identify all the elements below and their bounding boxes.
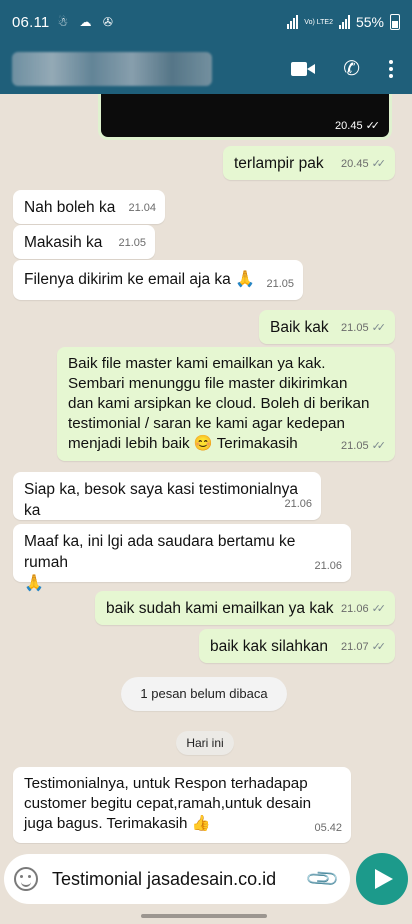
phone-icon[interactable]: ✆: [343, 59, 360, 79]
message-line: testimonial / saran ke kami agar kedepan: [68, 415, 345, 432]
read-ticks-icon: ✓✓: [371, 322, 387, 334]
message-time: 20.45: [341, 158, 369, 170]
message-line: dan kami arsipkan ke cloud. Boleh di ber…: [68, 395, 370, 412]
more-icon[interactable]: [388, 60, 394, 78]
read-ticks-icon: ✓✓: [365, 120, 381, 132]
message-input[interactable]: Testimonial jasadesain.co.id: [52, 869, 309, 890]
message-time: 20.45: [335, 119, 363, 132]
message-time: 21.06: [341, 603, 369, 615]
message-meta: 21.05: [266, 274, 294, 295]
network-type: Vo) LTE2: [304, 18, 333, 26]
incoming-message[interactable]: Filenya dikirim ke email aja ka 🙏 21.05: [13, 260, 303, 300]
unread-banner: 1 pesan belum dibaca: [121, 677, 287, 711]
message-line: juga bagus. Terimakasih: [24, 815, 188, 832]
incoming-message[interactable]: Testimonialnya, untuk Respon terhadapap …: [13, 767, 351, 843]
message-time: 21.05: [118, 237, 146, 249]
thumbs-up-emoji: 👍: [191, 815, 211, 832]
outgoing-message[interactable]: Baik file master kami emailkan ya kak. S…: [57, 347, 395, 461]
message-meta: 21.04: [128, 198, 156, 219]
smile-emoji: 😊: [193, 435, 213, 452]
message-text: baik sudah kami emailkan ya kak: [106, 600, 334, 617]
contact-name-redacted[interactable]: [12, 52, 212, 86]
message-line: customer begitu cepat,ramah,untuk desain: [24, 795, 312, 812]
message-meta: 21.05 ✓✓: [341, 318, 386, 339]
message-text: Siap ka, besok saya kasi testimonialnya …: [24, 481, 303, 519]
wifi-signal-icon: [287, 15, 299, 29]
message-meta: 20.45 ✓✓: [335, 119, 381, 133]
incoming-message[interactable]: Maaf ka, ini lgi ada saudara bertamu ke …: [13, 524, 351, 592]
message-time: 05.42: [314, 822, 342, 834]
emoji-icon[interactable]: [14, 867, 38, 891]
composer-bar: Testimonial jasadesain.co.id 📎: [0, 844, 412, 924]
date-chip: Hari ini: [176, 731, 234, 755]
cell-signal-icon: [338, 15, 350, 29]
message-input-field[interactable]: Testimonial jasadesain.co.id 📎: [4, 854, 350, 904]
message-time: 21.06: [284, 498, 312, 510]
attach-icon[interactable]: 📎: [303, 860, 341, 898]
message-line: Testimonialnya, untuk Respon terhadapap: [24, 775, 308, 792]
message-meta: 21.07 ✓✓: [341, 637, 386, 658]
outgoing-message[interactable]: terlampir pak 20.45 ✓✓: [223, 146, 395, 180]
date-chip-text: Hari ini: [186, 736, 224, 750]
message-text: Nah boleh ka: [24, 199, 116, 216]
message-time: 21.07: [341, 641, 369, 653]
home-indicator[interactable]: [141, 914, 267, 918]
outgoing-message[interactable]: baik sudah kami emailkan ya kak 21.06 ✓✓: [95, 591, 395, 625]
read-ticks-icon: ✓✓: [371, 603, 387, 615]
message-line: Terimakasih: [216, 435, 298, 452]
message-text: Filenya dikirim ke email aja ka: [24, 271, 231, 288]
message-line: Sembari menunggu file master dikirimkan: [68, 375, 348, 392]
send-button[interactable]: [356, 853, 408, 905]
message-time: 21.05: [341, 440, 369, 452]
read-ticks-icon: ✓✓: [371, 641, 387, 653]
message-time: 21.05: [341, 322, 369, 334]
notification-icons: ☃ ☁ ✇: [57, 15, 117, 29]
send-icon: [375, 869, 393, 889]
message-meta: 20.45 ✓✓: [341, 154, 386, 175]
message-text: Maaf ka, ini lgi ada saudara bertamu ke …: [24, 533, 296, 571]
video-call-icon[interactable]: [291, 61, 316, 77]
read-ticks-icon: ✓✓: [371, 158, 387, 170]
outgoing-message[interactable]: Baik kak 21.05 ✓✓: [259, 310, 395, 344]
media-message[interactable]: 20.45 ✓✓: [98, 94, 392, 140]
message-line: menjadi lebih baik: [68, 435, 190, 452]
unread-banner-text: 1 pesan belum dibaca: [140, 686, 268, 701]
read-ticks-icon: ✓✓: [371, 440, 387, 452]
status-bar: 06.11 ☃ ☁ ✇ Vo) LTE2 55%: [0, 0, 412, 44]
incoming-message[interactable]: Siap ka, besok saya kasi testimonialnya …: [13, 472, 321, 520]
message-line: Baik file master kami emailkan ya kak.: [68, 355, 326, 372]
message-meta: 21.06: [284, 494, 312, 515]
message-meta: 21.05: [118, 233, 146, 254]
message-time: 21.06: [314, 560, 342, 572]
message-text: Baik kak: [270, 319, 329, 336]
message-meta: 21.05 ✓✓: [341, 436, 386, 456]
message-meta: 21.06 ✓✓: [341, 599, 386, 620]
status-time: 06.11: [12, 13, 50, 31]
message-text: baik kak silahkan: [210, 638, 329, 655]
battery-percent: 55%: [355, 14, 384, 30]
pray-emoji: 🙏: [235, 271, 255, 288]
outgoing-message[interactable]: baik kak silahkan 21.07 ✓✓: [199, 629, 395, 663]
message-meta: 05.42: [314, 818, 342, 838]
chat-area[interactable]: 20.45 ✓✓ terlampir pak 20.45 ✓✓ Nah bole…: [0, 94, 412, 844]
incoming-message[interactable]: Makasih ka 21.05: [13, 225, 155, 259]
message-time: 21.05: [266, 278, 294, 290]
message-time: 21.04: [128, 202, 156, 214]
incoming-message[interactable]: Nah boleh ka 21.04: [13, 190, 165, 224]
app-header: 06.11 ☃ ☁ ✇ Vo) LTE2 55% ✆: [0, 0, 412, 94]
message-meta: 21.06: [314, 556, 342, 577]
battery-icon: [390, 14, 400, 30]
message-text: terlampir pak: [234, 155, 324, 172]
chat-app-bar: ✆: [0, 44, 412, 94]
message-text: Makasih ka: [24, 234, 103, 251]
